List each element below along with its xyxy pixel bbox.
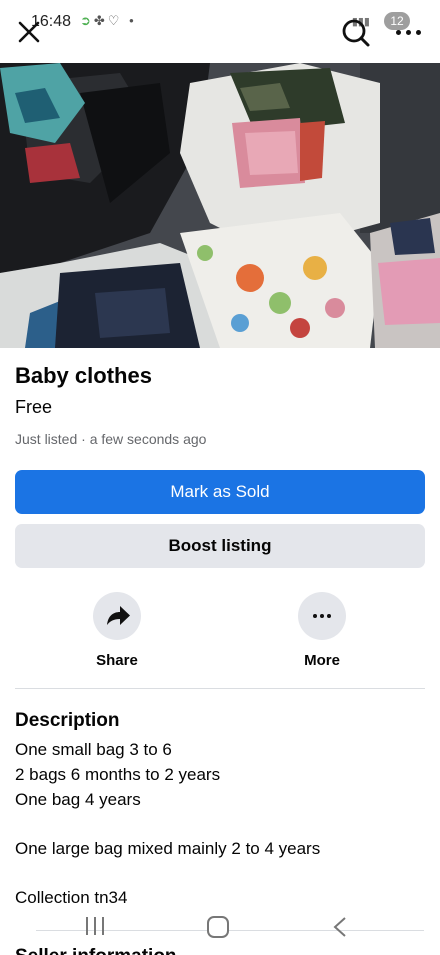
dot [416,30,421,35]
home-button[interactable] [207,916,229,938]
share-label: Share [96,652,138,669]
listing-photo-image [0,63,440,348]
back-button[interactable] [332,916,348,938]
status-notification-icons: ➲✤♡ • [80,13,137,28]
description-line: 2 bags 6 months to 2 years [15,765,221,784]
listing-price: Free [15,397,53,417]
description-heading: Description [15,710,120,731]
recent-apps-button[interactable] [84,917,106,935]
more-options-button[interactable] [394,24,424,40]
close-icon [18,21,40,43]
more-dots-icon [327,614,331,618]
share-arrow-icon [107,606,130,625]
more-dots-icon [320,614,324,618]
status-bar: 16:48 ➲✤♡ • ▮▮▮ 12 [0,0,440,62]
dot [396,30,401,35]
more-button[interactable] [298,592,346,640]
search-button[interactable] [340,17,372,49]
search-icon [342,19,370,47]
recents-icon [94,917,96,935]
system-navigation-bar [0,905,440,951]
dot [406,30,411,35]
close-button[interactable] [14,17,44,47]
recents-icon [102,917,104,935]
listing-meta: Just listed · a few seconds ago [15,431,207,447]
description-line: One small bag 3 to 6 [15,740,172,759]
description-line: One large bag mixed mainly 2 to 4 years [15,839,321,858]
section-divider [15,688,425,689]
listing-title: Baby clothes [15,363,152,388]
mark-as-sold-button[interactable]: Mark as Sold [15,470,425,514]
description-line: One bag 4 years [15,790,141,809]
more-label: More [304,652,340,669]
more-dots-icon [313,614,317,618]
share-action[interactable]: Share [77,592,157,669]
boost-listing-button[interactable]: Boost listing [15,524,425,568]
share-button[interactable] [93,592,141,640]
listing-photo[interactable] [0,63,440,348]
more-action[interactable]: More [282,592,362,669]
back-chevron-icon [333,917,346,937]
recents-icon [86,917,88,935]
